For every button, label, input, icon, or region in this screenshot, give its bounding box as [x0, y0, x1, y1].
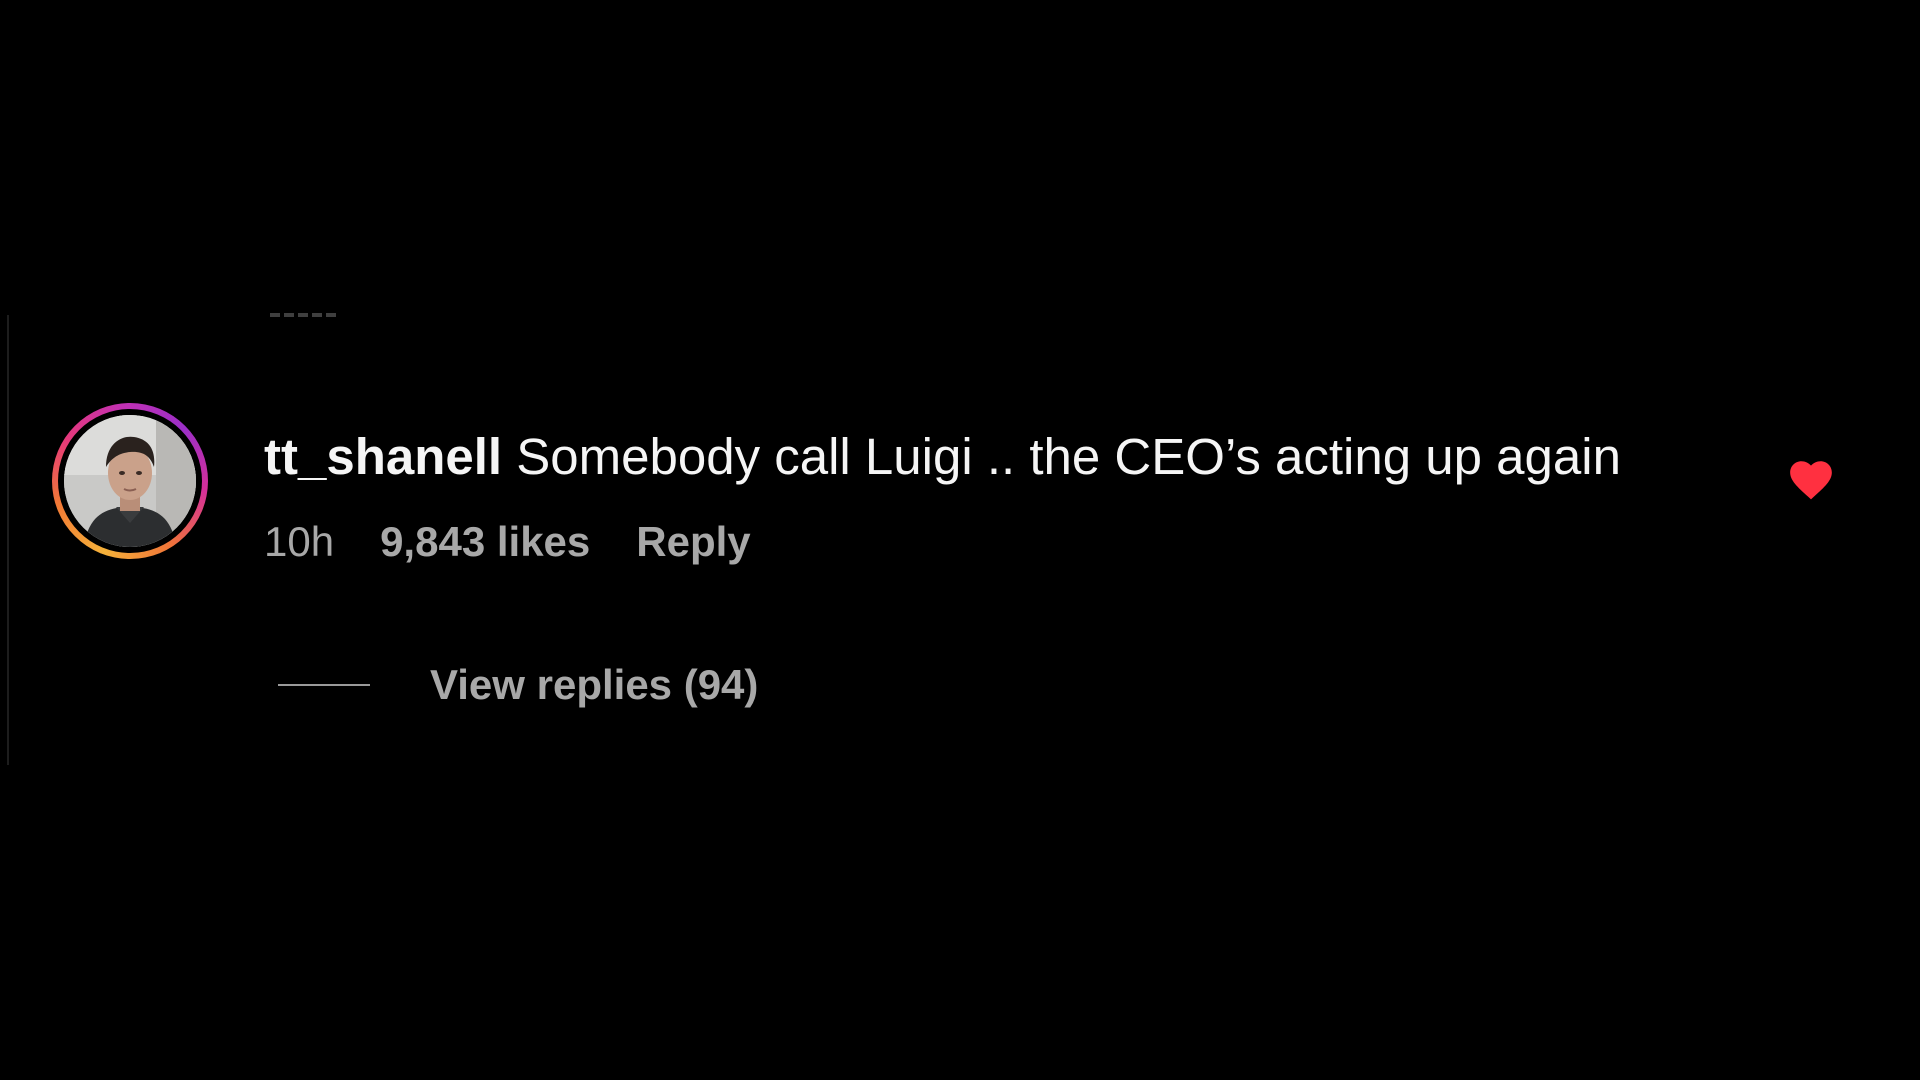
- comment-text: Somebody call Luigi .. the CEO’s acting …: [516, 428, 1621, 485]
- heart-filled-icon[interactable]: [1786, 455, 1836, 505]
- reply-button[interactable]: Reply: [636, 517, 750, 567]
- view-replies-label: View replies (94): [430, 661, 759, 708]
- avatar-photo: [64, 415, 196, 547]
- avatar[interactable]: [64, 415, 196, 547]
- comment-screen: tt_shanell Somebody call Luigi .. the CE…: [0, 0, 1920, 1080]
- avatar-story-ring[interactable]: [52, 403, 208, 559]
- view-replies-button[interactable]: View replies (94): [278, 661, 758, 709]
- username-link[interactable]: tt_shanell: [264, 428, 502, 485]
- comment-meta: 10h 9,843 likes Reply: [264, 517, 1664, 567]
- thread-line: [7, 315, 9, 765]
- likes-count[interactable]: 9,843 likes: [380, 517, 590, 567]
- comment-line: tt_shanell Somebody call Luigi .. the CE…: [264, 425, 1664, 489]
- comment-timestamp: 10h: [264, 518, 335, 565]
- replies-divider: [278, 684, 370, 686]
- comment-body: tt_shanell Somebody call Luigi .. the CE…: [264, 425, 1664, 567]
- clipped-text-fragment: [270, 313, 340, 317]
